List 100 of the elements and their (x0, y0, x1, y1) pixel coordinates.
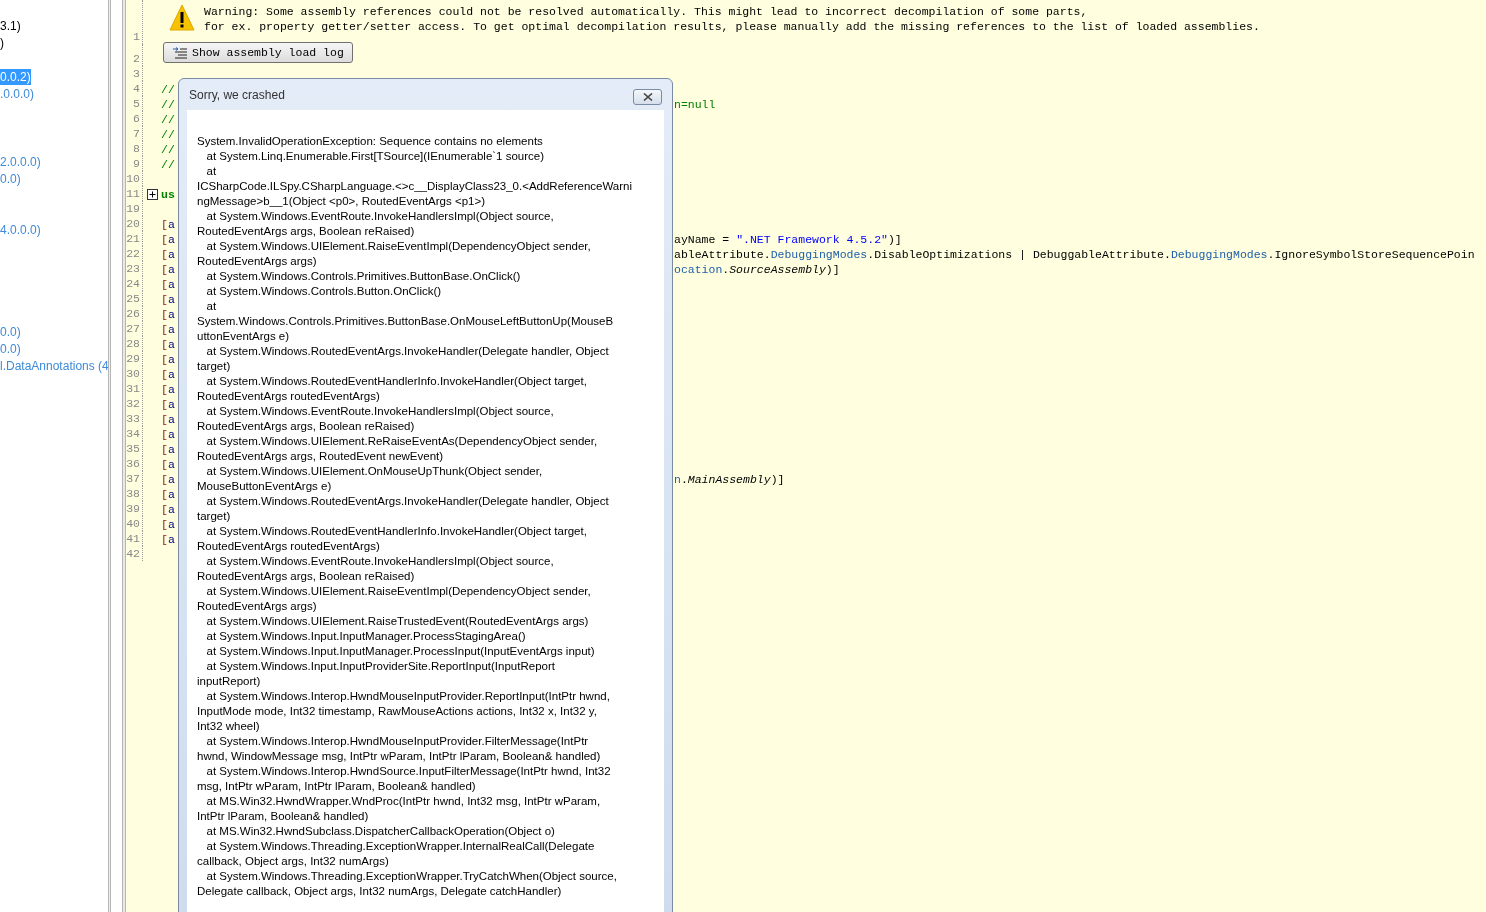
code-token: DebuggingModes (770, 247, 868, 263)
stack-trace-line: ngMessage>b__1(Object <p0>, RoutedEventArgs <p1>) (197, 195, 485, 207)
line-number: 11 (126, 187, 140, 201)
tree-item[interactable]: .0.0.0) (0, 85, 35, 102)
line-number: 6 (133, 112, 140, 126)
stack-trace-line: at System.Windows.RoutedEventHandlerInfo.InvokeHandler(Object target, (205, 375, 587, 387)
code-token: [ (161, 502, 168, 518)
code-token: n=null (674, 97, 716, 113)
code-token: [ (161, 532, 168, 548)
code-token: a (167, 457, 175, 473)
stack-trace-line: at System.Windows.RoutedEventArgs.InvokeHandler(Delegate handler, Object (205, 495, 609, 507)
stack-trace-line: at System.Windows.Input.InputManager.ProcessInput(InputEventArgs input) (205, 645, 595, 657)
stack-trace-line: at System.Windows.EventRoute.InvokeHandlersImpl(Object source, (205, 555, 554, 567)
tree-item[interactable]: l.DataAnnotations (4 (0, 357, 108, 374)
code-token: ayName = (674, 232, 731, 248)
line-number: 35 (126, 442, 140, 456)
code-token: SourceAssembly (729, 262, 826, 278)
close-icon (642, 92, 653, 101)
dialog-title: Sorry, we crashed (189, 86, 285, 104)
stack-trace-line: Delegate callback, Object args, Int32 numArgs, Delegate catchHandler) (197, 885, 562, 897)
line-number: 7 (133, 127, 140, 141)
code-token: // (161, 157, 175, 173)
code-token: ".NET Framework 4.5.2" (736, 232, 888, 248)
tree-item[interactable]: 3.1) (0, 17, 21, 34)
warning-icon (169, 4, 195, 32)
code-token: [ (161, 472, 168, 488)
stack-trace-line: at System.Windows.Interop.HwndSource.InputFilterMessage(IntPtr hwnd, Int32 (205, 765, 611, 777)
stack-trace-line: at System.Windows.UIElement.RaiseEventImpl(DependencyObject sender, (205, 585, 591, 597)
tree-item[interactable]: 0.0.2) (0, 68, 31, 85)
code-token: a (167, 472, 175, 488)
line-number: 29 (126, 352, 140, 366)
code-token: [ (161, 217, 168, 233)
line-number: 5 (133, 97, 140, 111)
code-token: [ (161, 412, 168, 428)
code-token: a (167, 532, 175, 548)
code-token: )] (887, 232, 902, 248)
code-token: a (167, 217, 175, 233)
code-token: [ (161, 487, 168, 503)
stack-trace-line: RoutedEventArgs routedEventArgs) (197, 540, 380, 552)
stack-trace-line: at System.Windows.Input.InputProviderSite.ReportInput(InputReport (205, 660, 555, 672)
code-token: a (167, 277, 175, 293)
stack-trace-line: RoutedEventArgs args, Boolean reRaised) (197, 570, 415, 582)
tree-item[interactable]: 0.0) (0, 170, 21, 187)
line-number: 42 (126, 547, 140, 561)
tree-item[interactable]: 2.0.0.0) (0, 153, 41, 170)
line-number: 9 (133, 157, 140, 171)
line-number: 41 (126, 532, 140, 546)
code-token: a (167, 247, 175, 263)
expand-icon[interactable] (147, 189, 158, 201)
stack-trace-line: at (205, 165, 217, 177)
code-token: n (674, 472, 681, 488)
warning-message: Warning: Some assembly references could not be resolved automatically. This might lead to incorrect decompilation of some parts, for ex. property getter/setter access. To get optimal decompilation results, please manually add the missing references to the list of loaded assemblies. (204, 4, 1260, 34)
code-token: [ (161, 427, 168, 443)
code-token: a (167, 307, 175, 323)
tree-item[interactable]: ) (0, 34, 4, 51)
code-token: // (161, 97, 175, 113)
code-token: a (167, 487, 175, 503)
line-number: 31 (126, 382, 140, 396)
tree-item[interactable]: 4.0.0.0) (0, 221, 41, 238)
code-token: a (167, 382, 175, 398)
tree-item[interactable]: 0.0) (0, 323, 21, 340)
stack-trace-line: at MS.Win32.HwndSubclass.DispatcherCallbackOperation(Object o) (205, 825, 555, 837)
code-token: .IgnoreSymbolStoreSequencePoin (1267, 247, 1475, 263)
stack-trace-line: hwnd, WindowMessage msg, IntPtr wParam, IntPtr lParam, Boolean& handled) (197, 750, 601, 762)
stack-trace-line: at System.Windows.UIElement.RaiseTrustedEvent(RoutedEventArgs args) (205, 615, 589, 627)
code-token: [ (161, 397, 168, 413)
code-token: [ (161, 277, 168, 293)
close-button[interactable] (633, 88, 662, 105)
show-log-button[interactable]: Show assembly load log (163, 42, 353, 63)
stack-trace-line: at System.Windows.UIElement.ReRaiseEventAs(DependencyObject sender, (205, 435, 598, 447)
code-token: [ (161, 442, 168, 458)
tree-item[interactable]: 0.0) (0, 340, 21, 357)
code-token: . (680, 472, 688, 488)
code-token: .DisableOptimizations | DebuggableAttribute. (867, 247, 1171, 263)
stack-trace-line: InputMode mode, Int32 timestamp, RawMouseActions actions, Int32 x, Int32 y, (197, 705, 597, 717)
code-token: a (167, 517, 175, 533)
code-token: a (167, 367, 175, 383)
code-token: [ (161, 352, 168, 368)
line-number: 21 (126, 232, 140, 246)
code-token: a (167, 442, 175, 458)
code-token: // (161, 127, 175, 143)
stack-trace-line: at System.Windows.UIElement.OnMouseUpThunk(Object sender, (205, 465, 543, 477)
stack-trace-line: at System.Windows.Threading.ExceptionWrapper.InternalRealCall(Delegate (205, 840, 595, 852)
stack-trace-line: at MS.Win32.HwndWrapper.WndProc(IntPtr hwnd, Int32 msg, IntPtr wParam, (205, 795, 601, 807)
code-token: [ (161, 382, 168, 398)
line-number: 1 (133, 30, 140, 44)
stack-trace-line: IntPtr lParam, Boolean& handled) (197, 810, 369, 822)
code-token: a (167, 502, 175, 518)
stack-trace-line: at System.Windows.RoutedEventArgs.InvokeHandler(Delegate handler, Object (205, 345, 609, 357)
code-token: a (167, 322, 175, 338)
stack-trace-line: callback, Object args, Int32 numArgs) (197, 855, 389, 867)
stack-trace-line: at System.Windows.UIElement.RaiseEventImpl(DependencyObject sender, (205, 240, 591, 252)
line-number: 22 (126, 247, 140, 261)
stack-trace-line: at System.Windows.Input.InputManager.ProcessStagingArea() (205, 630, 526, 642)
code-token: a (167, 427, 175, 443)
line-number: 30 (126, 367, 140, 381)
line-number: 32 (126, 397, 140, 411)
code-token: a (167, 397, 175, 413)
code-token: a (167, 262, 175, 278)
line-number: 8 (133, 142, 140, 156)
